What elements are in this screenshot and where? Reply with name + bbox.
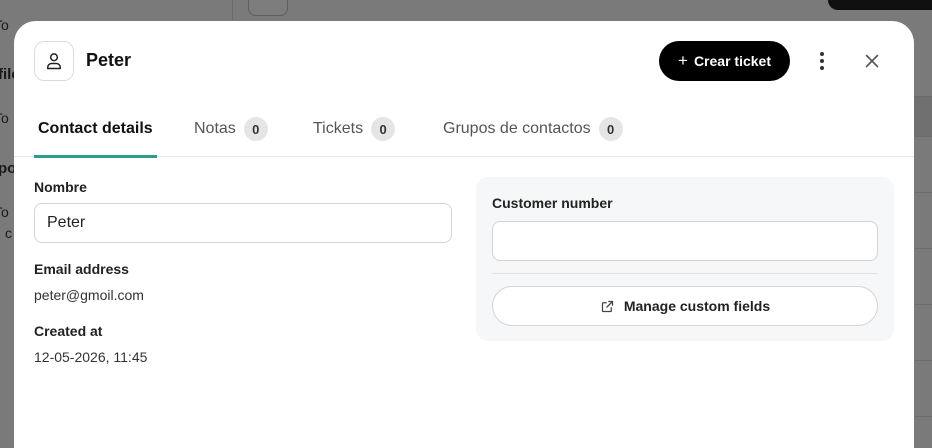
count-badge: 0	[243, 117, 268, 141]
tab-contact-details[interactable]: Contact details	[34, 101, 157, 158]
plus-icon: +	[678, 50, 688, 70]
contact-modal: Peter + Crear ticket Contact details Not…	[14, 21, 914, 448]
tab-label: Tickets	[313, 120, 364, 137]
count-badge: 0	[371, 117, 396, 141]
manage-custom-fields-button[interactable]: Manage custom fields	[492, 286, 878, 326]
background-row-line	[914, 248, 932, 249]
user-icon	[47, 53, 61, 70]
close-icon[interactable]	[862, 51, 882, 71]
modal-header: Peter + Crear ticket	[14, 21, 914, 101]
create-ticket-label: Crear ticket	[693, 53, 771, 69]
background-text: To	[0, 110, 9, 126]
tab-bar: Contact details Notas 0 Tickets 0 Grupos…	[14, 101, 914, 158]
background-text: To	[0, 17, 9, 33]
tab-tickets[interactable]: Tickets 0	[313, 101, 396, 157]
tab-notas[interactable]: Notas 0	[194, 101, 268, 157]
email-value: peter@gmoil.com	[34, 287, 144, 303]
external-link-icon	[601, 300, 613, 312]
background-row-line	[914, 360, 932, 361]
create-ticket-button[interactable]: + Crear ticket	[659, 41, 790, 81]
manage-custom-fields-label: Manage custom fields	[623, 298, 771, 314]
active-tab-indicator	[34, 155, 157, 158]
email-label: Email address	[34, 261, 129, 277]
created-at-label: Created at	[34, 323, 103, 339]
customer-number-label: Customer number	[492, 195, 613, 211]
background-dark-button	[828, 0, 932, 10]
background-row-line	[914, 416, 932, 417]
contact-name-title: Peter	[86, 50, 132, 70]
background-icon-button	[248, 0, 288, 16]
background-row-line	[914, 192, 932, 193]
tab-label: Grupos de contactos	[443, 120, 591, 137]
custom-fields-panel: Customer number Manage custom fields	[476, 177, 894, 341]
avatar	[34, 41, 74, 81]
customer-number-input[interactable]	[492, 221, 878, 261]
background-text: To	[0, 204, 9, 220]
tab-label: Notas	[194, 120, 236, 137]
background-row-highlight	[914, 96, 932, 136]
background-divider	[232, 0, 233, 20]
tab-grupos-de-contactos[interactable]: Grupos de contactos 0	[443, 101, 623, 157]
more-vertical-icon[interactable]	[812, 49, 832, 73]
count-badge: 0	[598, 117, 623, 141]
panel-divider	[492, 273, 878, 274]
background-text: c	[5, 225, 12, 241]
tab-label: Contact details	[38, 120, 153, 137]
created-at-value: 12-05-2026, 11:45	[34, 349, 148, 365]
background-row-line	[914, 304, 932, 305]
background-row-line	[914, 136, 932, 137]
name-input[interactable]	[34, 203, 452, 243]
background-row-line	[914, 96, 932, 97]
name-label: Nombre	[34, 179, 87, 195]
